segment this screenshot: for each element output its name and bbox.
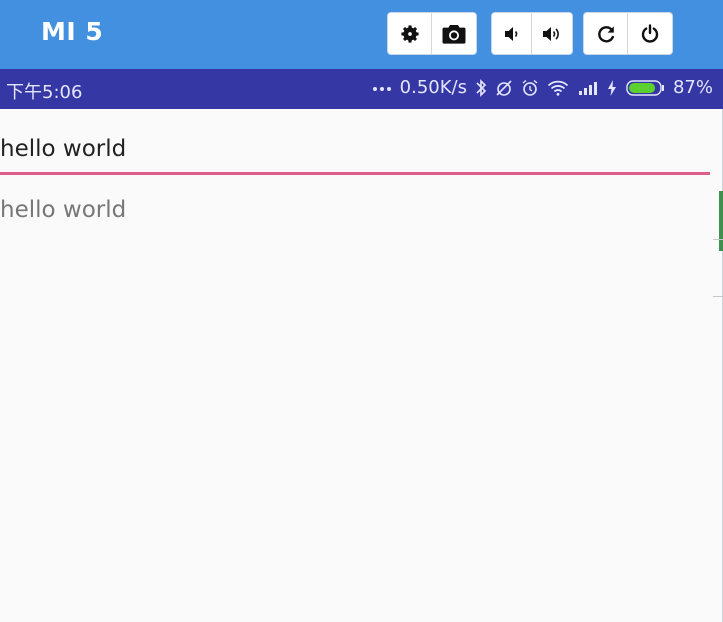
network-speed: 0.50K/s	[399, 77, 467, 98]
battery-level-fill	[628, 82, 656, 93]
settings-button[interactable]	[388, 13, 432, 54]
battery-percent: 87%	[672, 77, 713, 98]
battery-icon	[626, 79, 664, 96]
more-dots-icon	[372, 86, 391, 91]
charging-icon	[607, 79, 616, 96]
volume-down-button[interactable]	[492, 13, 532, 54]
alarm-icon	[522, 79, 538, 96]
camera-icon	[442, 24, 466, 44]
status-indicators: 0.50K/s 87%	[372, 77, 713, 98]
rotate-icon	[597, 25, 614, 42]
phone-status-bar: 下午5:06 0.50K/s 87%	[0, 69, 723, 109]
screenshot-button[interactable]	[432, 13, 476, 54]
window-edge-accent	[719, 191, 723, 251]
capture-button-group	[387, 12, 477, 55]
volume-up-button[interactable]	[532, 13, 572, 54]
power-button[interactable]	[628, 13, 672, 54]
rotate-button[interactable]	[584, 13, 628, 54]
bluetooth-icon	[476, 78, 487, 97]
emulator-toolbar: MI 5	[0, 0, 723, 69]
volume-button-group	[491, 12, 573, 55]
power-icon	[641, 23, 659, 43]
wifi-icon	[547, 80, 569, 96]
status-time: 下午5:06	[6, 82, 83, 103]
signal-icon	[578, 81, 597, 95]
app-content: hello world	[0, 109, 723, 622]
device-title: MI 5	[41, 17, 104, 46]
power-button-group	[583, 12, 673, 55]
input-underline	[0, 172, 710, 175]
volume-up-icon	[543, 26, 559, 41]
text-input[interactable]	[0, 129, 700, 169]
volume-down-icon	[504, 26, 517, 41]
text-edit-field	[0, 109, 710, 175]
window-edge-tick	[713, 239, 723, 240]
window-edge-tick	[713, 296, 723, 297]
echo-text: hello world	[0, 197, 127, 223]
gear-icon	[400, 24, 419, 43]
no-alarm-icon	[496, 79, 512, 96]
